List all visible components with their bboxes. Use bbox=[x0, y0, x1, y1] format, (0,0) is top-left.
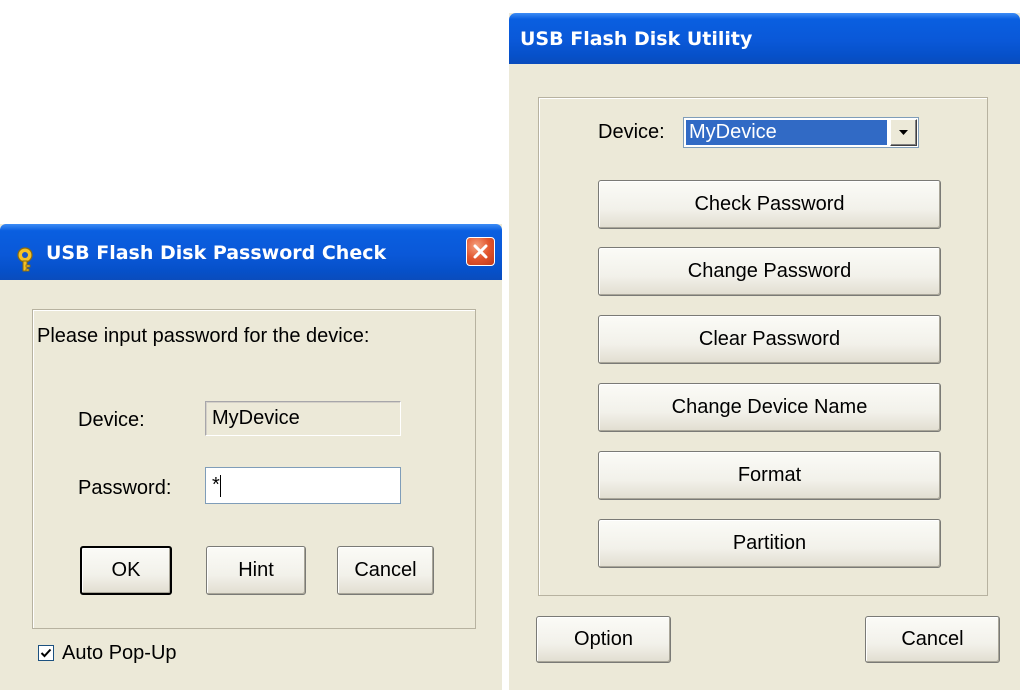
password-label: Password: bbox=[78, 477, 172, 499]
device-field: MyDevice bbox=[205, 401, 401, 436]
utility-title: USB Flash Disk Utility bbox=[520, 28, 753, 50]
format-button[interactable]: Format bbox=[598, 451, 941, 500]
device-select[interactable]: MyDevice bbox=[683, 117, 919, 148]
change-password-button[interactable]: Change Password bbox=[598, 247, 941, 296]
change-device-name-button[interactable]: Change Device Name bbox=[598, 383, 941, 432]
close-icon bbox=[473, 244, 488, 259]
device-select-value: MyDevice bbox=[686, 120, 887, 145]
check-password-button[interactable]: Check Password bbox=[598, 180, 941, 229]
partition-button[interactable]: Partition bbox=[598, 519, 941, 568]
usb-key-icon bbox=[14, 238, 36, 272]
clear-password-button[interactable]: Clear Password bbox=[598, 315, 941, 364]
device-label: Device: bbox=[78, 409, 145, 431]
dropdown-button[interactable] bbox=[890, 119, 917, 146]
password-check-titlebar[interactable]: USB Flash Disk Password Check bbox=[0, 224, 502, 280]
close-button[interactable] bbox=[466, 237, 495, 266]
cancel-button[interactable]: Cancel bbox=[337, 546, 434, 595]
utility-window: USB Flash Disk Utility Device: MyDevice … bbox=[509, 13, 1020, 690]
text-cursor bbox=[219, 474, 221, 497]
password-value: * bbox=[212, 474, 220, 496]
auto-popup-checkbox[interactable] bbox=[38, 645, 54, 661]
auto-popup-label[interactable]: Auto Pop-Up bbox=[62, 642, 177, 665]
hint-button[interactable]: Hint bbox=[206, 546, 306, 595]
option-button[interactable]: Option bbox=[536, 616, 671, 663]
chevron-down-icon bbox=[899, 130, 908, 135]
checkmark-icon bbox=[40, 648, 52, 658]
password-check-title: USB Flash Disk Password Check bbox=[46, 242, 387, 264]
password-check-window: USB Flash Disk Password Check Please inp… bbox=[0, 224, 502, 690]
password-prompt: Please input password for the device: bbox=[37, 325, 370, 347]
password-input[interactable]: * bbox=[205, 467, 401, 504]
ok-button[interactable]: OK bbox=[80, 546, 172, 595]
utility-titlebar[interactable]: USB Flash Disk Utility bbox=[509, 13, 1020, 64]
utility-device-label: Device: bbox=[598, 121, 665, 143]
utility-cancel-button[interactable]: Cancel bbox=[865, 616, 1000, 663]
